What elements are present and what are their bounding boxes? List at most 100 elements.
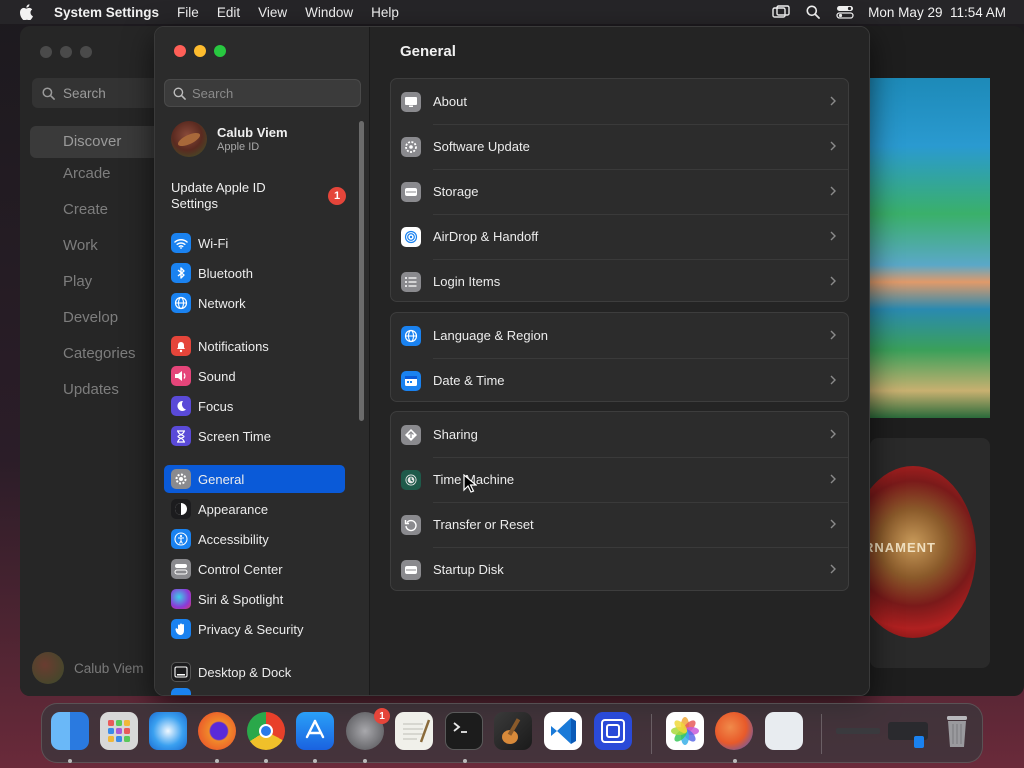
screen-mirroring-icon[interactable]	[772, 4, 790, 20]
computer-icon	[401, 91, 421, 112]
menu-help[interactable]: Help	[362, 5, 408, 20]
menu-view[interactable]: View	[249, 5, 296, 20]
globe-icon	[401, 325, 421, 346]
app-store-nav-categories[interactable]: Categories	[30, 338, 170, 374]
chevron-right-icon	[830, 375, 836, 385]
control-center-icon[interactable]	[836, 4, 854, 20]
app-store-nav-play[interactable]: Play	[30, 266, 170, 302]
sidebar-item-privacy-security[interactable]: Privacy & Security	[164, 615, 345, 643]
row-date-time[interactable]: Date & Time	[391, 358, 848, 403]
sidebar-item-desktop-dock[interactable]: Desktop & Dock	[164, 658, 345, 686]
chevron-right-icon	[830, 96, 836, 106]
row-storage[interactable]: Storage	[391, 169, 848, 214]
menu-app-name[interactable]: System Settings	[46, 5, 168, 20]
row-label: Software Update	[433, 139, 530, 154]
zoom-button[interactable]	[80, 46, 92, 58]
sidebar-item-label: Notifications	[198, 338, 269, 354]
safari-icon[interactable]	[149, 712, 187, 750]
system-settings-icon[interactable]: 1	[346, 708, 390, 750]
sidebar-item-partial[interactable]	[164, 688, 345, 695]
row-login-items[interactable]: Login Items	[391, 259, 848, 304]
apple-icon[interactable]	[18, 4, 34, 20]
zoom-button[interactable]	[214, 45, 226, 57]
app-store-nav-work[interactable]: Work	[30, 230, 170, 266]
avatar	[171, 121, 207, 157]
terminal-icon[interactable]	[445, 712, 483, 750]
menu-window[interactable]: Window	[296, 5, 362, 20]
sidebar-item-focus[interactable]: Focus	[164, 392, 345, 420]
app-store-nav-create[interactable]: Create	[30, 194, 170, 230]
row-airdrop-handoff[interactable]: AirDrop & Handoff	[391, 214, 848, 259]
close-button[interactable]	[40, 46, 52, 58]
row-time-machine[interactable]: Time Machine	[391, 457, 848, 502]
app-store-search-field[interactable]: Search	[32, 78, 172, 108]
featured-game-card[interactable]: RNAMENT	[870, 438, 990, 668]
sidebar-item-wifi[interactable]: Wi-Fi	[164, 229, 345, 257]
app-store-nav-discover[interactable]: Discover	[30, 126, 170, 158]
vscode-icon[interactable]	[544, 712, 582, 750]
kolibri-icon[interactable]	[715, 712, 753, 750]
app-store-nav-arcade[interactable]: Arcade	[30, 158, 170, 194]
close-button[interactable]	[174, 45, 186, 57]
sidebar-item-general[interactable]: General	[164, 465, 345, 493]
blank-icon[interactable]	[765, 712, 803, 750]
settings-group-system: About Software Update Storage AirDrop & …	[390, 78, 849, 302]
window-traffic-lights	[174, 45, 226, 57]
featured-artwork[interactable]	[870, 78, 990, 418]
row-transfer-reset[interactable]: Transfer or Reset	[391, 502, 848, 547]
running-indicator	[733, 759, 737, 763]
row-about[interactable]: About	[391, 79, 848, 124]
sidebar-item-label: Screen Time	[198, 428, 271, 444]
folder-stack-icon[interactable]	[888, 712, 932, 750]
chevron-right-icon	[830, 564, 836, 574]
screen-icon[interactable]	[594, 712, 632, 750]
firefox-icon[interactable]	[198, 712, 236, 750]
running-indicator	[363, 759, 367, 763]
bluetooth-icon	[171, 263, 191, 283]
sidebar-scrollbar[interactable]	[359, 121, 364, 421]
minimize-button[interactable]	[194, 45, 206, 57]
game-emblem-image: RNAMENT	[870, 466, 976, 638]
sidebar-item-siri-spotlight[interactable]: Siri & Spotlight	[164, 585, 345, 613]
menu-file[interactable]: File	[168, 5, 208, 20]
page-title: General	[400, 43, 456, 60]
sidebar-item-screen-time[interactable]: Screen Time	[164, 422, 345, 450]
app-store-nav-updates[interactable]: Updates	[30, 374, 170, 410]
sidebar-item-accessibility[interactable]: Accessibility	[164, 525, 345, 553]
row-software-update[interactable]: Software Update	[391, 124, 848, 169]
row-sharing[interactable]: Sharing	[391, 412, 848, 457]
chevron-right-icon	[830, 474, 836, 484]
sidebar-item-appearance[interactable]: Appearance	[164, 495, 345, 523]
update-apple-id-settings-item[interactable]: Update Apple ID Settings 1	[171, 180, 346, 212]
finder-icon[interactable]	[51, 712, 89, 750]
garageband-icon[interactable]	[494, 712, 532, 750]
sidebar-item-bluetooth[interactable]: Bluetooth	[164, 259, 345, 287]
disk-icon	[401, 181, 421, 202]
downloads-stack-icon[interactable]	[834, 712, 882, 750]
photos-icon[interactable]	[666, 712, 704, 750]
row-label: About	[433, 94, 467, 109]
chrome-icon[interactable]	[247, 712, 285, 750]
trash-icon[interactable]	[938, 712, 976, 750]
sidebar-item-sound[interactable]: Sound	[164, 362, 345, 390]
app-store-nav: Discover Arcade Create Work Play Develop…	[30, 126, 170, 410]
calendar-icon	[401, 370, 421, 391]
app-store-nav-develop[interactable]: Develop	[30, 302, 170, 338]
sharing-icon	[401, 424, 421, 445]
spotlight-search-icon[interactable]	[804, 4, 822, 20]
minimize-button[interactable]	[60, 46, 72, 58]
app-store-icon[interactable]	[296, 712, 334, 750]
settings-search-field[interactable]: Search	[164, 79, 361, 107]
menu-edit[interactable]: Edit	[208, 5, 249, 20]
menu-clock[interactable]: Mon May 29 11:54 AM	[868, 5, 1006, 20]
launchpad-icon[interactable]	[100, 712, 138, 750]
sidebar-item-notifications[interactable]: Notifications	[164, 332, 345, 360]
textedit-icon[interactable]	[395, 712, 433, 750]
sidebar-item-network[interactable]: Network	[164, 289, 345, 317]
sidebar-item-control-center[interactable]: Control Center	[164, 555, 345, 583]
row-language-region[interactable]: Language & Region	[391, 313, 848, 358]
apple-id-profile[interactable]: Calub Viem Apple ID	[171, 121, 288, 157]
airdrop-icon	[401, 226, 421, 247]
app-store-account[interactable]: Calub Viem	[32, 652, 144, 684]
row-startup-disk[interactable]: Startup Disk	[391, 547, 848, 592]
